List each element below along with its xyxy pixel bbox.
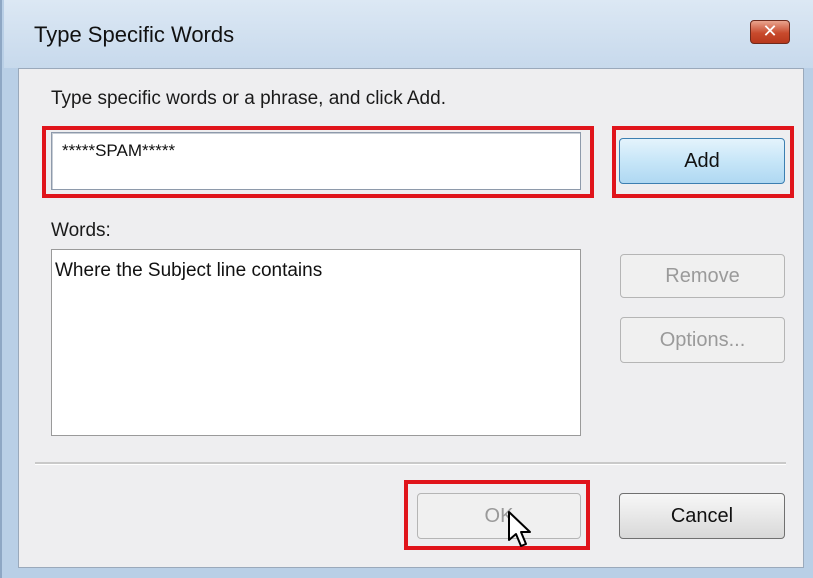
close-button[interactable]: ✕ [750,20,790,44]
cancel-button[interactable]: Cancel [619,493,785,539]
close-icon: ✕ [762,21,778,41]
dialog-window: Type Specific Words ✕ Type specific word… [0,0,813,578]
arrow-pointer-icon [508,511,531,547]
remove-button[interactable]: Remove [620,254,785,298]
title-bar[interactable]: Type Specific Words ✕ [4,0,813,68]
ok-button[interactable]: OK [417,493,581,539]
add-button[interactable]: Add [619,138,785,184]
separator [35,462,786,465]
remove-button-label: Remove [665,265,740,287]
dialog-body: Type specific words or a phrase, and cli… [18,68,804,568]
word-input-value: *****SPAM***** [62,141,176,160]
cancel-button-label: Cancel [670,505,734,527]
words-list[interactable]: Where the Subject line contains [51,249,581,436]
options-button-label: Options... [659,329,746,351]
add-button-label: Add [684,150,720,172]
word-input[interactable]: *****SPAM***** [51,132,581,190]
options-button[interactable]: Options... [620,317,785,363]
list-item[interactable]: Where the Subject line contains [55,260,580,282]
window-title: Type Specific Words [34,22,235,47]
words-label: Words: [51,220,111,241]
instruction-text: Type specific words or a phrase, and cli… [51,88,446,109]
